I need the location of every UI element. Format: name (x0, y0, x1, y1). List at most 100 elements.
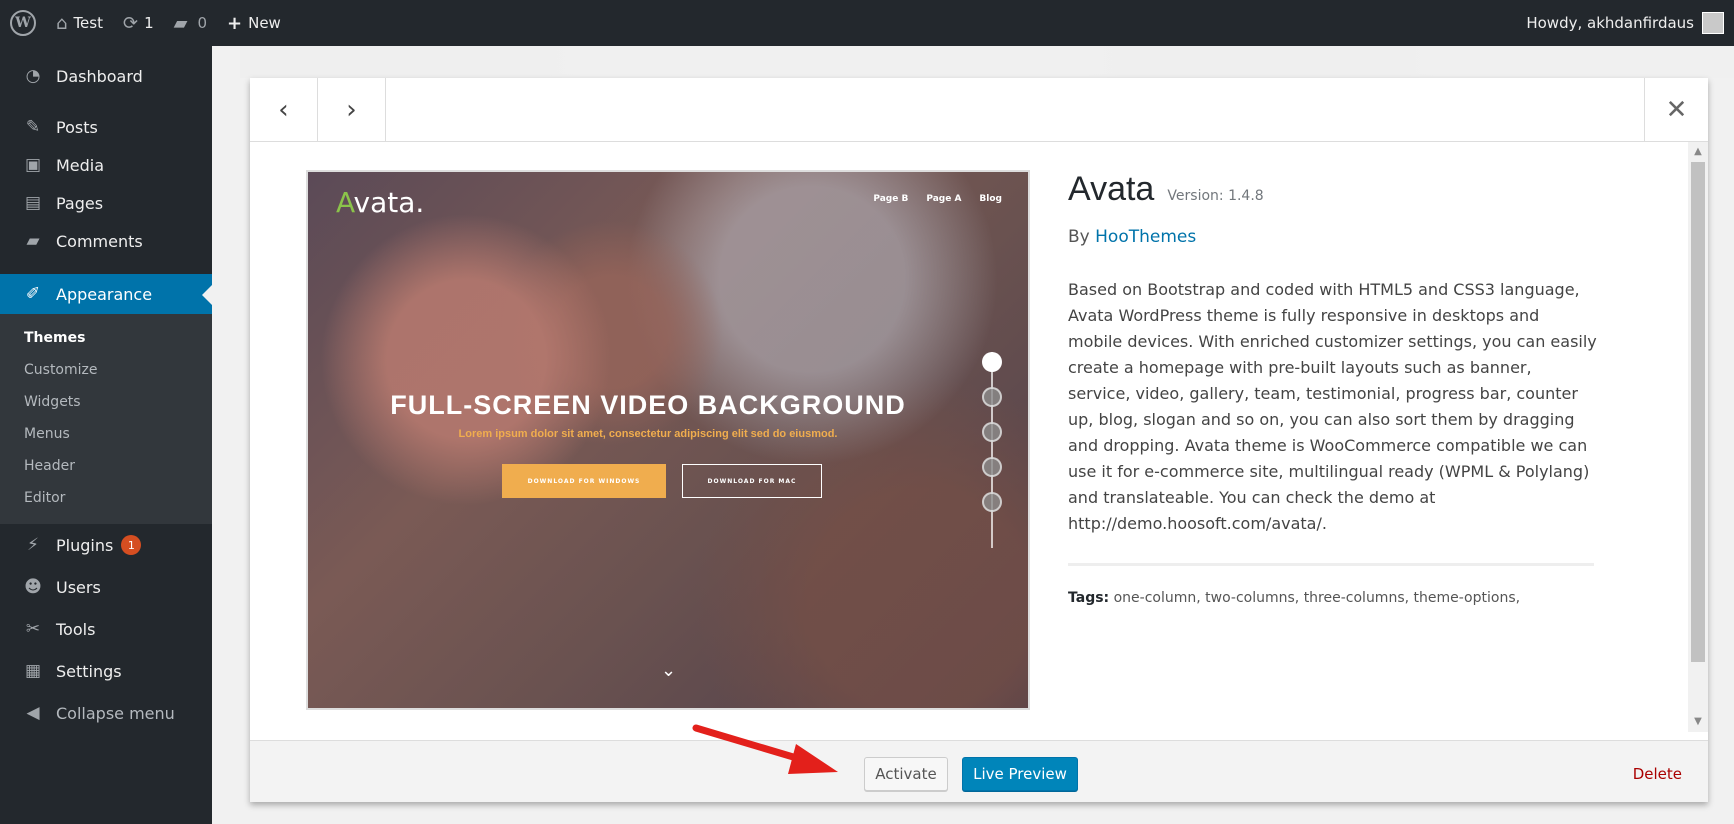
previous-theme-button[interactable]: ‹ (250, 78, 318, 142)
submenu-item-customize[interactable]: Customize (0, 354, 212, 386)
screenshot-subline: Lorem ipsum dolor sit amet, consectetur … (458, 428, 838, 440)
plus-icon: + (227, 12, 243, 34)
comment-icon: ▰ (26, 231, 40, 251)
sidebar-item-label: Dashboard (56, 66, 143, 86)
submenu-item-editor[interactable]: Editor (0, 482, 212, 514)
screenshot-nav-item: Page A (926, 194, 962, 204)
modal-header: ‹ › ✕ (250, 78, 1708, 142)
theme-tags: Tags: one-column, two-columns, three-col… (1068, 590, 1521, 606)
media-icon: ▣ (24, 155, 42, 175)
screenshot-dot (982, 457, 1002, 477)
sidebar-item-comments[interactable]: ▰ Comments (0, 222, 212, 260)
screenshot-dot (982, 492, 1002, 512)
theme-name: Avata (1068, 170, 1155, 208)
screenshot-dots-line (991, 352, 993, 548)
submenu-item-themes[interactable]: Themes (0, 322, 212, 354)
screenshot-logo: Avata. (336, 186, 425, 219)
brush-icon: ✐ (25, 284, 41, 304)
screenshot-download-windows: DOWNLOAD FOR WINDOWS (502, 464, 666, 498)
theme-details-modal: ‹ › ✕ ▲ ▼ Avata. Page B Page A Blog FULL… (250, 78, 1708, 802)
next-theme-button[interactable]: › (318, 78, 386, 142)
sidebar-item-label: Plugins (56, 535, 114, 555)
sidebar-item-dashboard[interactable]: ◔ Dashboard (0, 54, 212, 98)
comments-menu[interactable]: ▰ 0 (164, 0, 217, 46)
admin-sidebar: ◔ Dashboard ✎ Posts ▣ Media ▤ Pages ▰ Co… (0, 46, 212, 824)
admin-bar: W ⌂ Test ⟳ 1 ▰ 0 + New Howdy, akhdanfird… (0, 0, 1734, 46)
sidebar-item-label: Posts (56, 117, 98, 137)
wp-logo-menu[interactable]: W (0, 0, 46, 46)
updates-count: 1 (144, 14, 154, 32)
screenshot-dot (982, 387, 1002, 407)
scroll-down-icon[interactable]: ▼ (1688, 712, 1708, 732)
screenshot-dot (982, 422, 1002, 442)
screenshot-dot (982, 352, 1002, 372)
annotation-arrow-icon (692, 724, 838, 774)
scroll-up-icon[interactable]: ▲ (1688, 142, 1708, 162)
sidebar-item-label: Comments (56, 231, 143, 251)
sidebar-item-tools[interactable]: ✂ Tools (0, 608, 212, 650)
wrench-icon: ✂ (25, 619, 41, 639)
sidebar-item-label: Users (56, 577, 101, 597)
plugins-update-badge: 1 (121, 535, 142, 555)
submenu-item-menus[interactable]: Menus (0, 418, 212, 450)
sidebar-item-plugins[interactable]: ⚡ Plugins 1 (0, 524, 212, 566)
modal-scrollbar[interactable]: ▲ ▼ (1688, 142, 1708, 732)
pin-icon: ✎ (25, 117, 41, 137)
account-menu[interactable]: Howdy, akhdanfirdaus (1526, 12, 1734, 34)
divider (1068, 563, 1594, 566)
appearance-submenu: Themes Customize Widgets Menus Header Ed… (0, 314, 212, 524)
activate-button[interactable]: Activate (864, 757, 948, 791)
sidebar-item-collapse[interactable]: ◀ Collapse menu (0, 692, 212, 734)
updates-icon: ⟳ (122, 12, 139, 34)
screenshot-nav-item: Page B (873, 194, 909, 204)
home-icon: ⌂ (56, 12, 68, 34)
plugin-icon: ⚡ (27, 535, 39, 555)
sidebar-item-pages[interactable]: ▤ Pages (0, 184, 212, 222)
site-name-menu[interactable]: ⌂ Test (46, 0, 113, 46)
screenshot-nav: Page B Page A Blog (873, 194, 1002, 204)
sidebar-item-users[interactable]: ☻ Users (0, 566, 212, 608)
submenu-item-header[interactable]: Header (0, 450, 212, 482)
close-modal-button[interactable]: ✕ (1644, 78, 1708, 142)
theme-author: By HooThemes (1068, 227, 1197, 247)
updates-menu[interactable]: ⟳ 1 (113, 0, 164, 46)
collapse-icon: ◀ (26, 703, 40, 723)
wordpress-logo-icon: W (10, 10, 36, 36)
avatar (1702, 12, 1724, 34)
sidebar-item-settings[interactable]: ▦ Settings (0, 650, 212, 692)
theme-info: Avata Version: 1.4.8 By HooThemes Based … (1068, 170, 1608, 606)
comments-count: 0 (197, 14, 208, 32)
new-content-menu[interactable]: + New (217, 0, 291, 46)
site-name: Test (73, 14, 103, 32)
sidebar-item-label: Pages (56, 193, 104, 213)
users-icon: ☻ (24, 577, 42, 597)
chevron-down-icon: ⌄ (661, 660, 677, 681)
sidebar-item-label: Settings (56, 661, 122, 681)
author-link[interactable]: HooThemes (1095, 227, 1196, 247)
chevron-left-icon: ‹ (278, 95, 289, 125)
submenu-item-widgets[interactable]: Widgets (0, 386, 212, 418)
screenshot-download-mac: DOWNLOAD FOR MAC (682, 464, 822, 498)
howdy-text: Howdy, akhdanfirdaus (1526, 14, 1694, 32)
screenshot-headline: FULL-SCREEN VIDEO BACKGROUND (390, 390, 906, 420)
dashboard-icon: ◔ (25, 66, 41, 86)
theme-title: Avata Version: 1.4.8 (1068, 170, 1608, 209)
theme-version: Version: 1.4.8 (1167, 188, 1264, 204)
sidebar-item-label: Appearance (56, 284, 153, 304)
sidebar-item-label: Collapse menu (56, 703, 175, 723)
sidebar-item-label: Media (56, 155, 105, 175)
sidebar-item-appearance[interactable]: ✐ Appearance (0, 274, 212, 314)
scroll-thumb[interactable] (1691, 162, 1705, 662)
close-icon: ✕ (1665, 95, 1688, 125)
sidebar-item-media[interactable]: ▣ Media (0, 146, 212, 184)
modal-footer: Activate Live Preview Delete (250, 740, 1708, 802)
theme-screenshot: Avata. Page B Page A Blog FULL-SCREEN VI… (306, 170, 1030, 710)
delete-theme-link[interactable]: Delete (1633, 765, 1682, 783)
theme-description: Based on Bootstrap and coded with HTML5 … (1068, 280, 1597, 533)
sidebar-item-posts[interactable]: ✎ Posts (0, 108, 212, 146)
sidebar-item-label: Tools (56, 619, 96, 639)
live-preview-button[interactable]: Live Preview (962, 757, 1078, 791)
new-label: New (248, 14, 281, 32)
screenshot-nav-item: Blog (979, 194, 1002, 204)
settings-icon: ▦ (24, 661, 42, 681)
